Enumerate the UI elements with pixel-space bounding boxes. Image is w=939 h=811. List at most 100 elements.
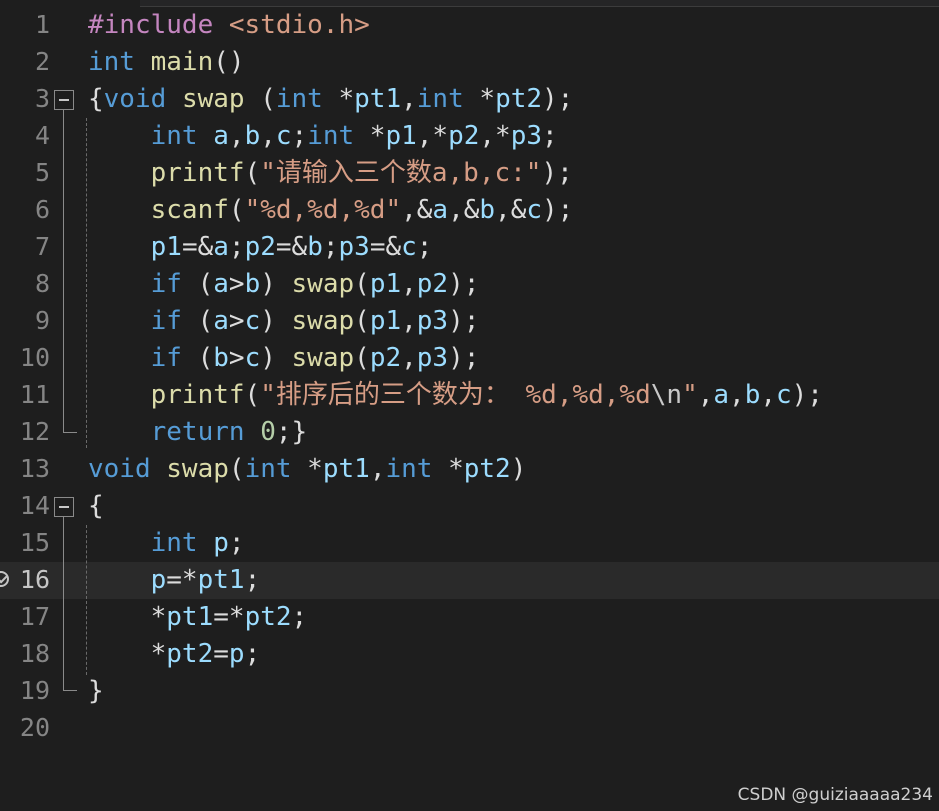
code-token: (: [354, 306, 370, 336]
code-text[interactable]: int main(): [88, 47, 245, 77]
code-token: a: [713, 380, 730, 410]
line-number: 15: [19, 528, 50, 557]
code-token: p1: [150, 232, 182, 262]
code-text[interactable]: p1=&a;p2=&b;p3=&c;: [88, 232, 433, 262]
code-text[interactable]: int a,b,c;int *p1,*p2,*p3;: [88, 121, 558, 151]
code-token: ,: [401, 306, 417, 336]
code-token: \n: [650, 380, 683, 410]
code-token: int: [275, 84, 323, 114]
code-token: p2: [369, 343, 402, 373]
code-line[interactable]: 7 p1=&a;p2=&b;p3=&c;: [0, 229, 939, 266]
code-token: b: [213, 343, 229, 373]
code-token: =&: [275, 232, 308, 262]
code-token: );: [542, 195, 574, 225]
code-line[interactable]: 13 void swap(int *pt1,int *pt2): [0, 451, 939, 488]
code-text[interactable]: printf("请输入三个数a,b,c:");: [88, 158, 573, 188]
code-line[interactable]: 14 {: [0, 488, 939, 525]
code-text[interactable]: if (a>c) swap(p1,p3);: [88, 306, 480, 336]
code-text[interactable]: void swap(int *pt1,int *pt2): [88, 454, 526, 484]
code-line[interactable]: 1 #include <stdio.h>: [0, 7, 939, 44]
code-line[interactable]: 15 int p;: [0, 525, 939, 562]
code-token: (): [213, 47, 245, 77]
line-number: 12: [19, 417, 50, 446]
code-text[interactable]: int p;: [88, 528, 245, 558]
code-token: ;: [291, 121, 308, 151]
code-line[interactable]: 20: [0, 710, 939, 747]
code-text[interactable]: }: [88, 676, 104, 706]
code-line[interactable]: 17 *pt1=*pt2;: [0, 599, 939, 636]
code-text[interactable]: scanf("%d,%d,%d",&a,&b,&c);: [88, 195, 574, 225]
code-token: ;: [228, 232, 245, 262]
code-token: c: [401, 232, 417, 262]
code-token: pt1: [354, 84, 402, 114]
code-token: c: [275, 121, 292, 151]
code-token: int: [150, 121, 198, 151]
code-text[interactable]: {void swap (int *pt1,int *pt2);: [88, 84, 573, 114]
code-line[interactable]: 5 printf("请输入三个数a,b,c:");: [0, 155, 939, 192]
code-token: =*: [213, 602, 245, 632]
line-number: 2: [34, 47, 50, 76]
code-token: p: [150, 565, 167, 595]
code-token: b: [479, 195, 496, 225]
code-line[interactable]: 18 *pt2=p;: [0, 636, 939, 673]
code-token: b: [244, 121, 261, 151]
code-line[interactable]: 11 printf("排序后的三个数为： %d,%d,%d\n",a,b,c);: [0, 377, 939, 414]
code-token: int: [150, 528, 198, 558]
code-token: if: [150, 343, 182, 373]
code-token: swap: [291, 343, 355, 373]
code-token: ;: [416, 232, 433, 262]
code-line[interactable]: 6 scanf("%d,%d,%d",&a,&b,&c);: [0, 192, 939, 229]
code-token: (: [181, 306, 214, 336]
collapse-minus-icon[interactable]: [54, 90, 74, 110]
code-token: int: [244, 454, 292, 484]
code-line[interactable]: 8 if (a>b) swap(p1,p2);: [0, 266, 939, 303]
code-token: ,: [401, 84, 417, 114]
code-line[interactable]: 12 return 0;}: [0, 414, 939, 451]
collapse-minus-icon[interactable]: [54, 497, 74, 517]
code-text[interactable]: printf("排序后的三个数为： %d,%d,%d\n",a,b,c);: [88, 380, 823, 410]
code-editor[interactable]: 1 #include <stdio.h> 2 int main() 3 { void swa…: [0, 0, 939, 811]
code-token: pt1: [197, 565, 245, 595]
code-line[interactable]: 16 p=*pt1;: [0, 562, 939, 599]
line-number: 8: [34, 269, 50, 298]
code-line[interactable]: 2 int main(): [0, 44, 939, 81]
code-line[interactable]: 9 if (a>c) swap(p1,p3);: [0, 303, 939, 340]
code-token: *: [354, 121, 386, 151]
code-token: if: [150, 306, 182, 336]
line-number: 4: [34, 121, 50, 150]
code-text[interactable]: #include <stdio.h>: [88, 10, 370, 40]
code-token: pt1: [166, 602, 214, 632]
code-token: "排序后的三个数为： %d,%d,%d: [260, 380, 651, 410]
code-text[interactable]: *pt2=p;: [88, 639, 261, 669]
code-token: (: [228, 195, 245, 225]
code-text[interactable]: if (b>c) swap(p2,p3);: [88, 343, 480, 373]
code-token: p3: [338, 232, 370, 262]
code-text[interactable]: if (a>b) swap(p1,p2);: [88, 269, 480, 299]
code-token: >: [228, 306, 245, 336]
code-text[interactable]: return 0;}: [88, 417, 308, 447]
code-line[interactable]: 10 if (b>c) swap(p2,p3);: [0, 340, 939, 377]
code-text[interactable]: p=*pt1;: [88, 565, 261, 595]
code-line[interactable]: 4 int a,b,c;int *p1,*p2,*p3;: [0, 118, 939, 155]
code-token: int: [88, 47, 135, 77]
code-token: return: [150, 417, 245, 447]
code-line[interactable]: 3 {void swap (int *pt1,int *pt2);: [0, 81, 939, 118]
code-token: b: [307, 232, 323, 262]
code-line[interactable]: 19}: [0, 673, 939, 710]
fold-range-line: [63, 110, 64, 432]
code-text[interactable]: {: [88, 491, 104, 521]
line-number: 3: [34, 84, 50, 113]
code-token: }: [88, 676, 104, 706]
code-text[interactable]: *pt1=*pt2;: [88, 602, 308, 632]
code-token: ": [682, 380, 698, 410]
code-token: ): [260, 306, 292, 336]
code-token: );: [791, 380, 823, 410]
